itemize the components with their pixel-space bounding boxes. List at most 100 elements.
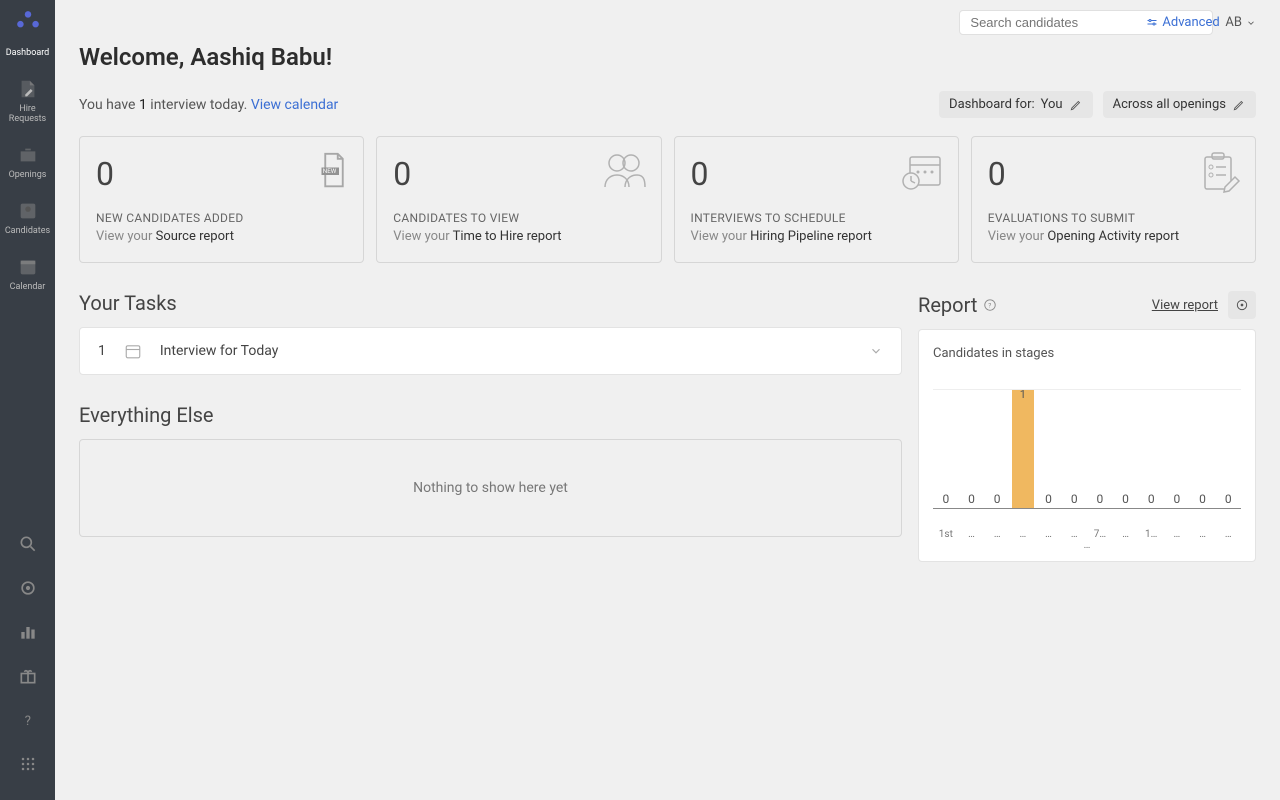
x-tick-label: … [1113,529,1139,540]
sidebar-item-openings[interactable]: Openings [0,134,55,190]
user-menu[interactable]: AB [1225,15,1256,30]
x-tick-label: 1… [1138,529,1164,540]
sidebar-settings[interactable] [0,568,55,612]
sidebar-item-label: Openings [9,170,47,180]
x-tick-label: … [1164,529,1190,540]
gear-icon [1234,297,1250,313]
report-title: Report [918,293,977,317]
grid-icon [18,754,38,774]
x-tick-label: … [1061,529,1087,540]
calendar-icon [17,256,39,278]
card-sublink[interactable]: View your Hiring Pipeline report [691,229,942,244]
x-tick-label: … [1190,529,1216,540]
pencil-icon [1232,98,1246,112]
sidebar-reports[interactable] [0,612,55,656]
card-label: EVALUATIONS TO SUBMIT [988,211,1239,225]
view-calendar-link[interactable]: View calendar [251,97,339,113]
sliders-icon [1146,17,1158,29]
openings-scope-filter[interactable]: Across all openings [1103,91,1256,118]
svg-text:?: ? [24,714,30,729]
chart-bar [1012,390,1034,508]
sidebar-item-calendar[interactable]: Calendar [0,246,55,302]
user-initials: AB [1225,15,1242,30]
card-sublink[interactable]: View your Time to Hire report [393,229,644,244]
task-row[interactable]: 1 Interview for Today [79,327,902,375]
calendar-clock-icon [900,151,944,191]
sidebar-apps[interactable] [0,744,55,788]
everything-else-title: Everything Else [79,403,902,427]
help-icon: ? [18,710,38,730]
card-label: CANDIDATES TO VIEW [393,211,644,225]
stat-card-evaluations[interactable]: 0 EVALUATIONS TO SUBMIT View your Openin… [971,136,1256,263]
person-card-icon [17,200,39,222]
bar-chart-icon [18,622,38,642]
card-label: INTERVIEWS TO SCHEDULE [691,211,942,225]
report-panel: Candidates in stages 000100000000 1st………… [918,329,1256,562]
stat-card-candidates-view[interactable]: 0 CANDIDATES TO VIEW View your Time to H… [376,136,661,263]
bar-value-label: 0 [1096,492,1103,506]
page-title: Welcome, Aashiq Babu! [79,43,1256,71]
sidebar-item-dashboard[interactable]: Dashboard [0,38,55,68]
bar-value-label: 0 [1174,492,1181,506]
file-new-icon: NEW [319,151,349,189]
stat-card-new-candidates[interactable]: 0 NEW NEW CANDIDATES ADDED View your Sou… [79,136,364,263]
x-tick-label: … [959,529,985,540]
dashboard-for-filter[interactable]: Dashboard for: You [939,91,1093,118]
search-box[interactable]: Advanced [959,10,1213,35]
x-tick-label: 7… [1087,529,1113,540]
search-icon [18,534,38,554]
report-settings-button[interactable] [1228,291,1256,319]
bar-value-label: 1 [1020,388,1026,401]
chevron-down-icon [1246,18,1256,28]
sidebar-item-candidates[interactable]: Candidates [0,190,55,246]
x-tick-label: … [1215,529,1241,540]
x-tick-label: … [1010,529,1036,540]
sidebar-gifts[interactable] [0,656,55,700]
bar-value-label: 0 [942,492,949,506]
candidates-stages-chart: 000100000000 [933,389,1241,529]
chart-title: Candidates in stages [933,346,1241,361]
sidebar-item-label: Dashboard [6,48,50,58]
calendar-icon [124,342,142,360]
bar-value-label: 0 [1122,492,1129,506]
empty-state: Nothing to show here yet [79,439,902,537]
bar-value-label: 0 [1148,492,1155,506]
bar-value-label: 0 [1045,492,1052,506]
help-circle-icon[interactable]: ? [983,298,997,312]
pencil-icon [1069,98,1083,112]
edit-doc-icon [17,78,39,100]
sidebar-item-label: Candidates [5,226,50,236]
card-sublink[interactable]: View your Source report [96,229,347,244]
sidebar-search[interactable] [0,524,55,568]
sidebar: Dashboard Hire Requests Openings Candida… [0,0,55,800]
card-value: 0 [96,155,347,193]
people-icon [599,151,647,189]
task-label: Interview for Today [160,343,279,359]
card-label: NEW CANDIDATES ADDED [96,211,347,225]
x-tick-label: … [984,529,1010,540]
sidebar-help[interactable]: ? [0,700,55,744]
search-input[interactable] [970,15,1146,30]
advanced-search-link[interactable]: Advanced [1146,15,1219,30]
x-tick-label: … [1036,529,1062,540]
interview-summary: You have 1 interview today. View calenda… [79,97,338,113]
card-sublink[interactable]: View your Opening Activity report [988,229,1239,244]
briefcase-icon [17,144,39,166]
gift-icon [18,666,38,686]
svg-text:NEW: NEW [323,167,337,175]
bar-value-label: 0 [994,492,1001,506]
sidebar-item-label: Hire Requests [4,104,51,124]
bar-value-label: 0 [968,492,975,506]
sidebar-item-label: Calendar [10,282,46,292]
svg-text:?: ? [989,301,992,309]
view-report-link[interactable]: View report [1152,298,1218,313]
sidebar-item-hire-requests[interactable]: Hire Requests [0,68,55,134]
advanced-label: Advanced [1162,15,1219,30]
x-tick-label: 1st [933,529,959,540]
task-count: 1 [98,343,106,359]
tasks-title: Your Tasks [79,291,902,315]
clipboard-edit-icon [1199,151,1241,193]
app-logo [14,8,42,36]
bar-value-label: 0 [1225,492,1232,506]
stat-card-interviews-schedule[interactable]: 0 INTERVIEWS TO SCHEDULE View your Hirin… [674,136,959,263]
